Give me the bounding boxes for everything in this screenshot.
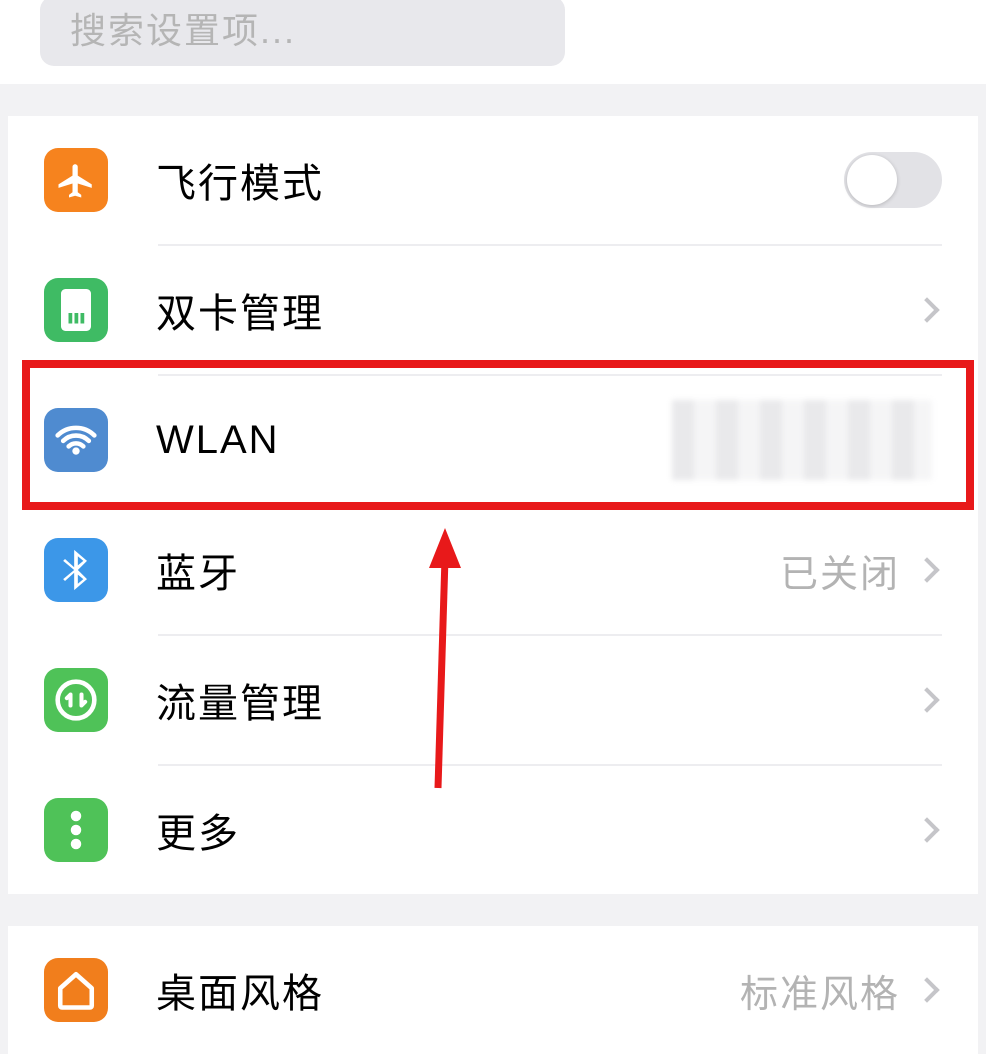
airplane-toggle[interactable] (844, 152, 942, 208)
home-style-label: 桌面风格 (156, 961, 740, 1019)
more-icon (44, 798, 108, 862)
sim-card-icon (44, 278, 108, 342)
row-data-management[interactable]: 流量管理 (8, 636, 978, 764)
settings-group-desktop: 桌面风格 标准风格 (8, 926, 978, 1054)
search-bar[interactable] (40, 0, 565, 66)
bluetooth-value: 已关闭 (780, 543, 900, 598)
airplane-icon (44, 148, 108, 212)
row-more[interactable]: 更多 (8, 766, 978, 894)
chevron-right-icon (914, 297, 939, 322)
chevron-right-icon (914, 977, 939, 1002)
search-input[interactable] (70, 10, 535, 52)
more-label: 更多 (156, 801, 918, 859)
row-wlan[interactable]: WLAN (8, 376, 978, 504)
data-label: 流量管理 (156, 671, 918, 729)
data-usage-icon (44, 668, 108, 732)
bluetooth-label: 蓝牙 (156, 541, 780, 599)
home-style-value: 标准风格 (740, 963, 900, 1018)
chevron-right-icon (914, 817, 939, 842)
airplane-label: 飞行模式 (156, 151, 844, 209)
wlan-label: WLAN (156, 418, 672, 463)
row-bluetooth[interactable]: 蓝牙 已关闭 (8, 506, 978, 634)
chevron-right-icon (914, 557, 939, 582)
wifi-icon (44, 408, 108, 472)
bluetooth-icon (44, 538, 108, 602)
sim-label: 双卡管理 (156, 281, 918, 339)
settings-group-connectivity: 飞行模式 双卡管理 WLAN 蓝牙 已关闭 (8, 116, 978, 894)
row-home-style[interactable]: 桌面风格 标准风格 (8, 926, 978, 1054)
home-icon (44, 958, 108, 1022)
row-airplane-mode[interactable]: 飞行模式 (8, 116, 978, 244)
wlan-value-redacted (672, 400, 932, 480)
chevron-right-icon (914, 687, 939, 712)
row-sim-management[interactable]: 双卡管理 (8, 246, 978, 374)
